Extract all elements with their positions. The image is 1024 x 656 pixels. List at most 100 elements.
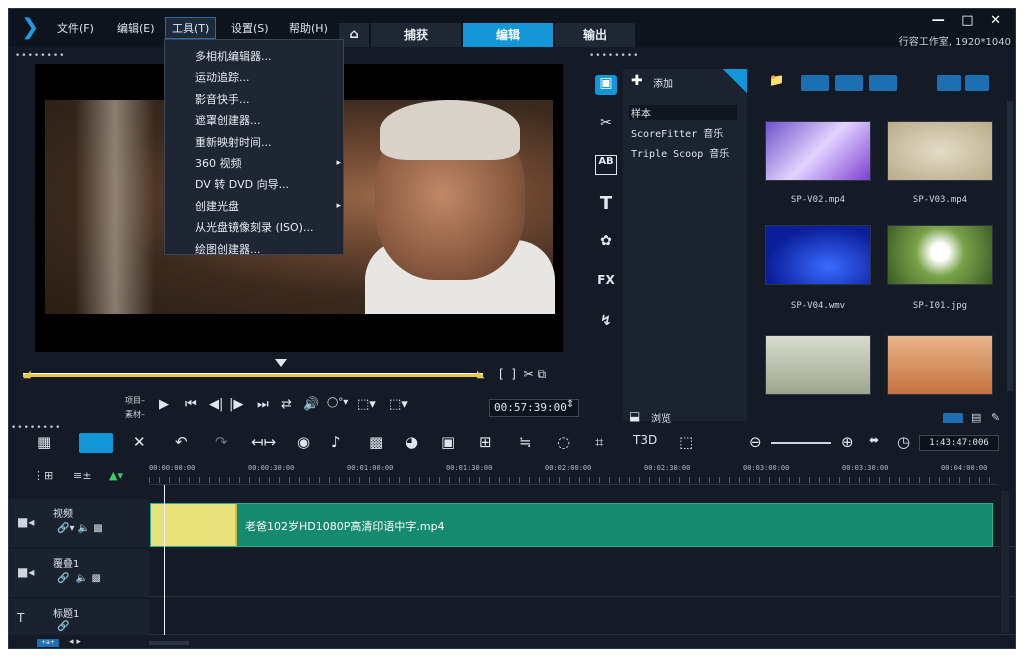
record-icon[interactable]: ◉ xyxy=(297,433,310,451)
home-icon[interactable]: ⏮ xyxy=(185,397,197,412)
next-frame-icon[interactable]: |▶ xyxy=(229,397,243,412)
video-track-icon[interactable]: ■◂ xyxy=(17,515,34,529)
tab-capture[interactable]: 捕获 xyxy=(371,23,461,47)
zoom-slider[interactable] xyxy=(771,442,831,444)
mask-icon[interactable]: ⬚ xyxy=(679,433,693,451)
timeline-clip[interactable]: 老爸102岁HD1080P高清印语中字.mp4 xyxy=(150,503,993,547)
tools-icon[interactable]: ✕ xyxy=(133,433,146,451)
mark-icons[interactable]: [ ] ✂ ⧉ xyxy=(499,367,546,382)
tree-item-triplescoop[interactable]: Triple Scoop 音乐 xyxy=(631,145,729,160)
play-button[interactable]: ▶ xyxy=(159,397,169,412)
import-folder-icon[interactable]: 📁 xyxy=(769,73,784,87)
menu-item-motion-tracking[interactable]: 运动追踪... xyxy=(195,67,345,88)
menu-item-360-video[interactable]: 360 视频 ▸ xyxy=(195,153,345,174)
thumb-sp-i01[interactable] xyxy=(887,225,993,285)
zoom-out-icon[interactable]: ⊖ xyxy=(749,433,762,451)
title-icon[interactable]: AB xyxy=(595,155,617,175)
add-track-icon[interactable]: ≡± xyxy=(73,469,91,482)
end-icon[interactable]: ⏭ xyxy=(257,397,269,412)
mode-clip[interactable]: 素材– xyxy=(125,409,145,420)
tab-edit[interactable]: 编辑 xyxy=(463,23,553,47)
subtitle-icon[interactable]: ▣ xyxy=(441,433,455,451)
timeline-scrollbar[interactable] xyxy=(1001,491,1009,633)
menu-item-burn-iso[interactable]: 从光盘镜像刻录 (ISO)... xyxy=(195,217,345,238)
redo-icon[interactable]: ↷ xyxy=(215,433,228,451)
menu-item-multicam[interactable]: 多相机编辑器... xyxy=(195,46,345,67)
horizontal-scrollbar[interactable] xyxy=(149,641,189,645)
3d-title-icon[interactable]: T3D xyxy=(633,433,657,447)
repeat-icon[interactable]: ⇄ xyxy=(281,397,292,412)
360-icon[interactable]: ◯°▾ xyxy=(327,397,348,408)
trim-end-icon[interactable]: ◣ xyxy=(477,369,485,380)
volume-icon[interactable]: 🔊 xyxy=(303,397,319,412)
auto-music-icon[interactable]: ▩ xyxy=(369,433,383,451)
browse-icon[interactable]: ⬓ xyxy=(629,409,640,423)
storyboard-view-icon[interactable]: ▦ xyxy=(37,433,51,451)
menu-item-create-disc[interactable]: 创建光盘 ▸ xyxy=(195,196,345,217)
undo-icon[interactable]: ↶ xyxy=(175,433,188,451)
scrub-thumb[interactable] xyxy=(274,359,287,367)
menu-settings[interactable]: 设置(S) xyxy=(231,20,269,36)
show-audio-icon[interactable] xyxy=(869,75,897,91)
menu-item-dv-to-dvd[interactable]: DV 转 DVD 向导... xyxy=(195,174,345,195)
tab-share[interactable]: 输出 xyxy=(555,23,635,47)
add-icon[interactable]: ✚ xyxy=(631,73,643,89)
graphic-icon[interactable]: ✿ xyxy=(595,233,617,253)
track-controls-icon[interactable]: 🔗 🔈 ▩ xyxy=(57,573,101,584)
panel-grip[interactable]: •••••••• xyxy=(11,423,61,433)
scrub-bar[interactable] xyxy=(23,373,483,377)
fit-project-icon[interactable]: ⬌ xyxy=(869,433,879,447)
motion-icon[interactable]: ◕ xyxy=(405,433,418,451)
duration-icon[interactable]: ◷ xyxy=(897,433,910,451)
window-controls[interactable]: — □ ✕ xyxy=(932,13,1007,28)
menu-help[interactable]: 帮助(H) xyxy=(289,20,328,36)
menu-item-mask-creator[interactable]: 遮罩创建器... xyxy=(195,110,345,131)
menu-file[interactable]: 文件(F) xyxy=(57,20,94,36)
track-manager-icon[interactable]: ⋮⊞ xyxy=(33,469,53,482)
aspect-icon[interactable]: ⬚▾ xyxy=(357,397,376,412)
pan-zoom-icon[interactable]: ◌ xyxy=(557,433,570,451)
title-track-icon[interactable]: T xyxy=(17,611,24,625)
fit-icon[interactable]: ↤↦ xyxy=(251,433,276,451)
menu-tools[interactable]: 工具(T) xyxy=(165,17,217,39)
timeline-ruler[interactable]: 00:00:00:00 00:00:30:00 00:01:00:00 00:0… xyxy=(149,463,997,485)
link-icon[interactable]: 🔗 xyxy=(57,621,69,632)
grid-view-icon[interactable] xyxy=(965,75,989,91)
menu-item-fastflick[interactable]: 影音快手... xyxy=(195,89,345,110)
track-controls-icon[interactable]: 🔗▾ 🔈 ▩ xyxy=(57,523,103,534)
list-view-icon[interactable] xyxy=(937,75,961,91)
crop-icon[interactable]: ⬚▾ xyxy=(389,397,408,412)
playhead[interactable] xyxy=(164,485,165,635)
library-scrollbar[interactable] xyxy=(1007,101,1013,391)
panel-grip[interactable]: •••••••• xyxy=(589,51,639,61)
zoom-badge[interactable]: +a+ xyxy=(37,639,59,647)
panel-grip[interactable]: •••••••• xyxy=(15,51,65,61)
multi-trim-icon[interactable]: ⊞ xyxy=(479,433,492,451)
mode-project[interactable]: 项目– xyxy=(125,395,145,406)
transition-icon[interactable]: ✂ xyxy=(595,115,617,135)
zoom-in-icon[interactable]: ⊕ xyxy=(841,433,854,451)
thumb-sp-i03[interactable] xyxy=(887,335,993,395)
scroll-arrows-icon[interactable]: ◂ ▸ xyxy=(69,637,81,647)
split-icon[interactable]: ≒ xyxy=(519,433,532,451)
thumb-sp-v04[interactable] xyxy=(765,225,871,285)
timeline-view-icon[interactable] xyxy=(79,433,113,453)
menu-edit[interactable]: 编辑(E) xyxy=(117,20,155,36)
text-icon[interactable]: T xyxy=(595,193,617,214)
show-video-icon[interactable] xyxy=(801,75,829,91)
show-photo-icon[interactable] xyxy=(835,75,863,91)
menu-item-painting-creator[interactable]: 绘图创建器... xyxy=(195,239,345,260)
thumb-sp-i02[interactable] xyxy=(765,335,871,395)
media-icon[interactable]: ▣ xyxy=(595,75,617,95)
audio-mixer-icon[interactable]: ♪ xyxy=(331,433,341,451)
trim-start-icon[interactable]: ◢ xyxy=(23,369,31,380)
tree-item-samples[interactable]: 样本 xyxy=(629,105,737,120)
thumb-sp-v03[interactable] xyxy=(887,121,993,181)
overlay-track-icon[interactable]: ■◂ xyxy=(17,565,34,579)
thumb-sp-v02[interactable] xyxy=(765,121,871,181)
add-label[interactable]: 添加 xyxy=(653,75,673,90)
menu-item-time-remap[interactable]: 重新映射时间... xyxy=(195,132,345,153)
ripple-edit-icon[interactable]: ▲▾ xyxy=(109,469,123,482)
tree-item-scorefitter[interactable]: ScoreFitter 音乐 xyxy=(631,125,723,140)
pin-icon[interactable] xyxy=(723,69,747,93)
